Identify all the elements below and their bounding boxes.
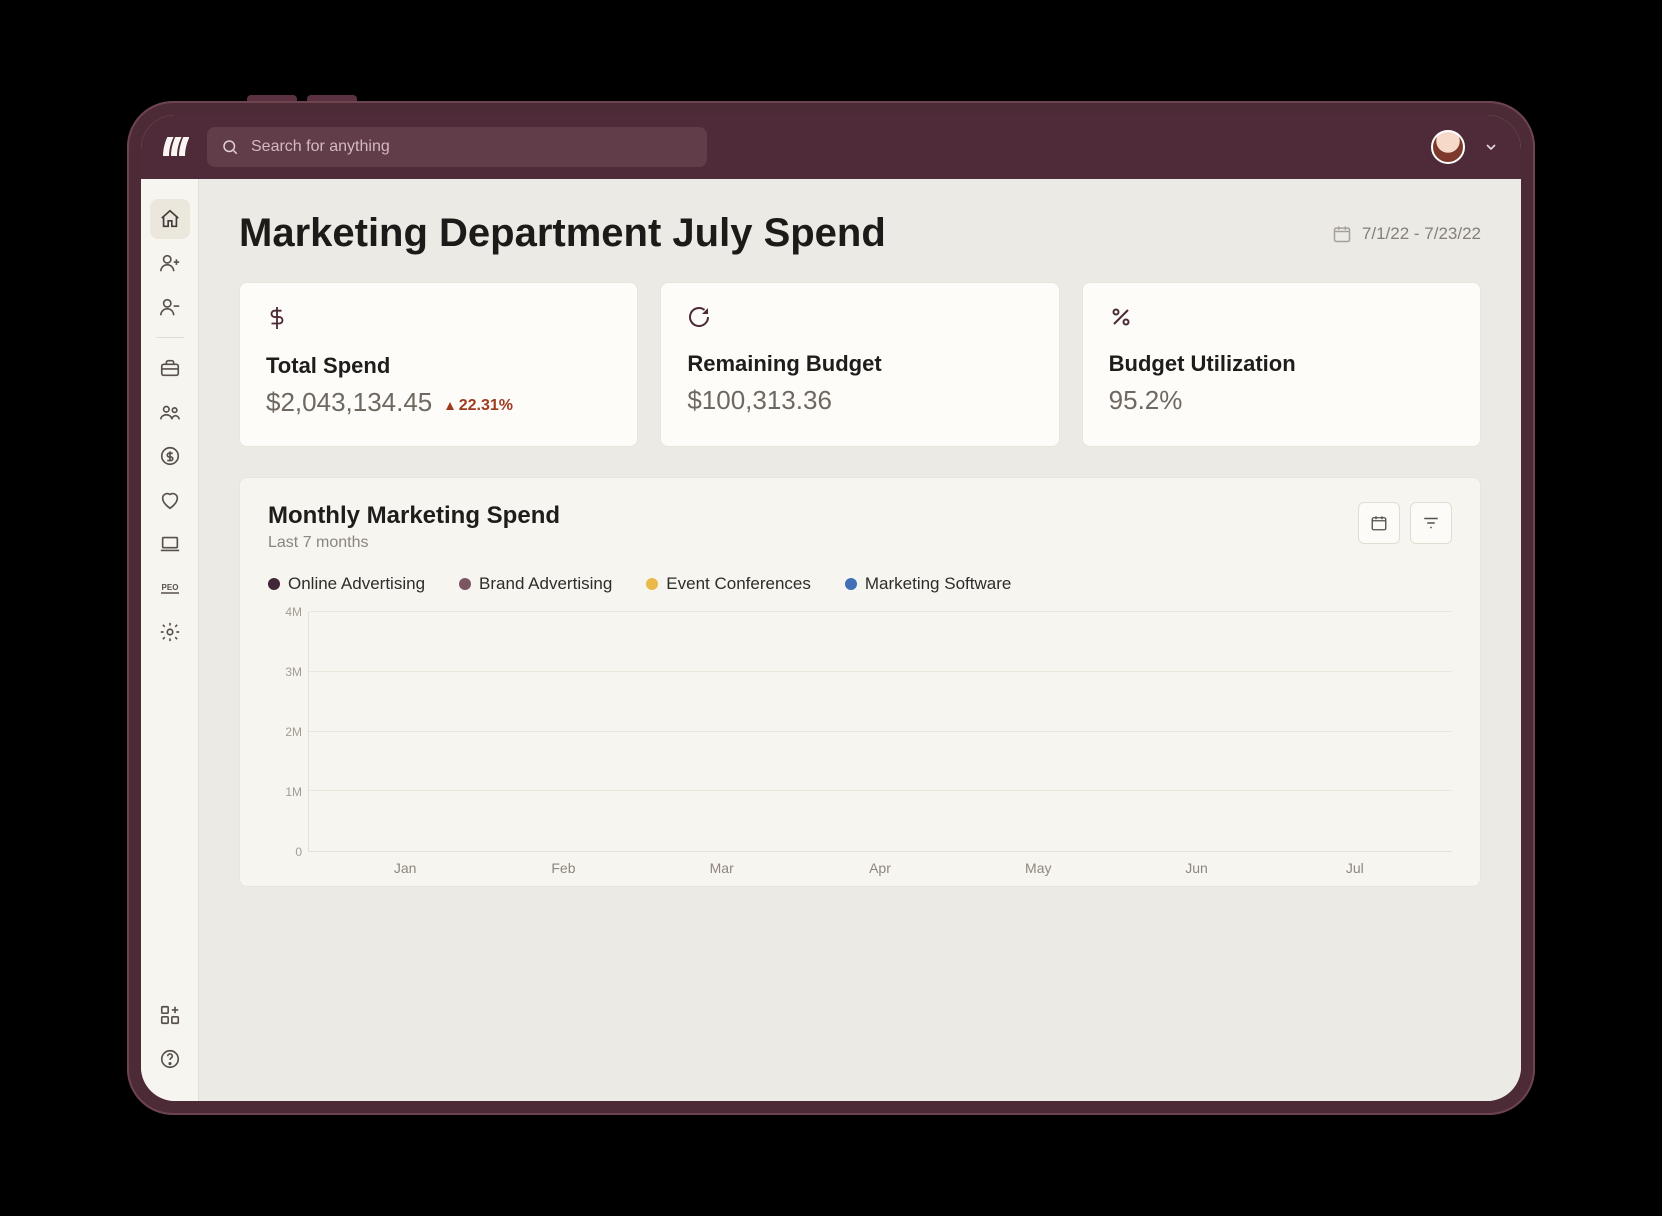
account-menu-chevron-icon[interactable] [1483,139,1499,155]
svg-text:PEO: PEO [161,583,178,592]
x-tick: Jan [376,860,434,876]
chart-date-button[interactable] [1358,502,1400,544]
chart-area: 01M2M3M4M [268,612,1452,852]
bar-column [1168,845,1226,851]
chart-filter-button[interactable] [1410,502,1452,544]
legend-swatch [646,578,658,590]
total-spend-card: Total Spend $2,043,134.45 22.31% [239,282,638,447]
caret-up-icon [445,401,455,411]
chart-card: Monthly Marketing Spend Last 7 months [239,477,1481,887]
date-range-picker[interactable]: 7/1/22 - 7/23/22 [1332,224,1481,244]
briefcase-icon[interactable] [150,348,190,388]
bar-column [1326,845,1384,851]
delta-badge: 22.31% [445,397,513,415]
x-tick: Jun [1168,860,1226,876]
x-tick: Jul [1326,860,1384,876]
legend-item[interactable]: Event Conferences [646,574,811,594]
stat-label: Budget Utilization [1109,351,1454,377]
refresh-icon [687,305,1032,329]
search-input[interactable] [249,137,693,157]
calendar-icon [1332,224,1352,244]
legend-item[interactable]: Brand Advertising [459,574,612,594]
remove-person-icon[interactable] [150,287,190,327]
x-tick: Feb [534,860,592,876]
top-bar [141,115,1521,179]
bar-column [693,845,751,851]
main-content: Marketing Department July Spend 7/1/22 -… [199,179,1521,1101]
chart-subtitle: Last 7 months [268,534,560,552]
stat-label: Total Spend [266,353,611,379]
x-tick: Apr [851,860,909,876]
dollar-icon[interactable] [150,436,190,476]
stat-label: Remaining Budget [687,351,1032,377]
chart-title: Monthly Marketing Spend [268,502,560,530]
y-tick: 0 [295,845,302,859]
legend-label: Event Conferences [666,574,811,594]
bar-column [851,845,909,851]
x-axis: Jan Feb Mar Apr May Jun Jul [268,852,1452,876]
app-logo [163,137,189,157]
avatar[interactable] [1431,130,1465,164]
legend-swatch [845,578,857,590]
x-tick: Mar [693,860,751,876]
add-person-icon[interactable] [150,243,190,283]
y-tick: 4M [285,605,302,619]
page-title: Marketing Department July Spend [239,211,886,256]
legend-label: Brand Advertising [479,574,612,594]
remaining-budget-card: Remaining Budget $100,313.36 [660,282,1059,447]
legend-item[interactable]: Marketing Software [845,574,1011,594]
tablet-frame: PEO Marketing Department July Spend 7/1/… [127,101,1535,1115]
bar-column [535,845,593,851]
y-tick: 1M [285,785,302,799]
budget-utilization-card: Budget Utilization 95.2% [1082,282,1481,447]
percent-icon [1109,305,1454,329]
nav-divider [156,337,184,338]
chart-legend: Online Advertising Brand Advertising Event… [268,574,1452,594]
laptop-icon[interactable] [150,524,190,564]
sidebar: PEO [141,179,199,1101]
y-axis: 01M2M3M4M [268,612,308,852]
search-box[interactable] [207,127,707,167]
legend-swatch [268,578,280,590]
people-icon[interactable] [150,392,190,432]
home-icon[interactable] [150,199,190,239]
stat-grid: Total Spend $2,043,134.45 22.31% [239,282,1481,447]
legend-swatch [459,578,471,590]
legend-label: Marketing Software [865,574,1011,594]
bar-column [377,845,435,851]
calendar-icon [1370,514,1388,532]
gear-icon[interactable] [150,612,190,652]
stat-value: $100,313.36 [687,385,832,415]
dollar-sign-icon [266,305,611,331]
y-tick: 3M [285,665,302,679]
stat-value: 95.2% [1109,385,1183,415]
filter-icon [1422,514,1440,532]
x-tick: May [1009,860,1067,876]
apps-icon[interactable] [150,995,190,1035]
plot [308,612,1452,852]
peo-icon[interactable]: PEO [150,568,190,608]
heart-icon[interactable] [150,480,190,520]
bar-column [1010,845,1068,851]
help-icon[interactable] [150,1039,190,1079]
screen: PEO Marketing Department July Spend 7/1/… [141,115,1521,1101]
legend-label: Online Advertising [288,574,425,594]
delta-value: 22.31% [459,397,513,415]
date-range-label: 7/1/22 - 7/23/22 [1362,224,1481,244]
y-tick: 2M [285,725,302,739]
search-icon [221,138,239,156]
stat-value: $2,043,134.45 [266,387,432,417]
legend-item[interactable]: Online Advertising [268,574,425,594]
